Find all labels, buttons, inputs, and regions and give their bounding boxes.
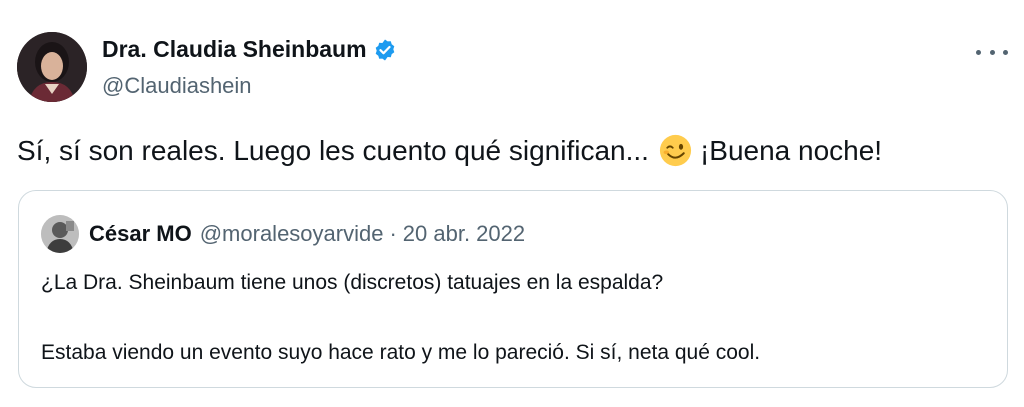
tweet-text-closing: ¡Buena noche! — [699, 134, 883, 166]
quoted-tweet-text-line2: Estaba viendo un evento suyo hace rato y… — [41, 341, 761, 364]
tweet-text: Sí, sí son reales. Luego les cuento qué … — [17, 134, 882, 167]
verified-badge-icon — [373, 38, 397, 62]
quoted-author-avatar[interactable] — [41, 215, 79, 253]
author-display-name[interactable]: Dra. Claudia Sheinbaum — [102, 36, 367, 63]
more-dot-icon — [1003, 49, 1008, 55]
author-avatar[interactable] — [17, 32, 87, 102]
tweet-card: Dra. Claudia Sheinbaum @Claudiashein Sí,… — [0, 0, 1024, 407]
quoted-tweet[interactable]: César MO @moralesoyarvide · 20 abr. 2022… — [18, 190, 1008, 388]
more-options-icon[interactable] — [976, 40, 1008, 64]
quoted-tweet-date[interactable]: 20 abr. 2022 — [403, 221, 525, 247]
more-dot-icon — [976, 49, 981, 55]
separator-dot: · — [389, 221, 397, 246]
more-dot-icon — [989, 49, 995, 55]
quoted-author-name[interactable]: César MO — [89, 221, 192, 247]
quoted-tweet-text-line1: ¿La Dra. Sheinbaum tiene unos (discretos… — [41, 271, 664, 294]
quoted-author-handle[interactable]: @moralesoyarvide — [200, 221, 384, 247]
author-handle[interactable]: @Claudiashein — [102, 73, 252, 99]
tweet-text-main: Sí, sí son reales. Luego les cuento qué … — [17, 134, 649, 166]
winking-face-emoji-icon — [659, 134, 692, 167]
